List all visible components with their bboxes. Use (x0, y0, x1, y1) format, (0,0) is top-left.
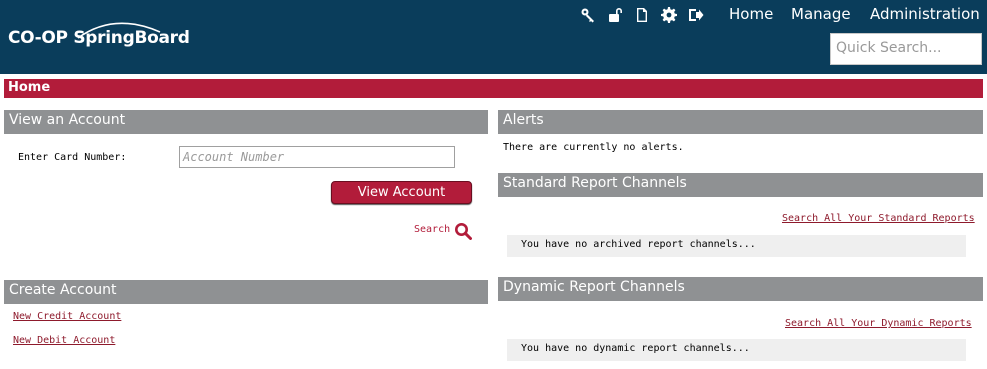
top-header: CO-OP SpringBoard Home Manage Administra… (0, 0, 987, 74)
breadcrumb-bar: Home (4, 79, 983, 98)
quick-search-input[interactable]: Quick Search... (830, 33, 982, 65)
new-credit-account-link[interactable]: New Credit Account (13, 311, 121, 322)
alerts-header: Alerts (498, 110, 983, 134)
view-account-button[interactable]: View Account (331, 181, 472, 204)
gear-icon[interactable] (660, 6, 677, 23)
dynamic-reports-message-box: You have no dynamic report channels... (507, 339, 966, 361)
nav-administration-link[interactable]: Administration (870, 5, 980, 23)
sign-out-icon[interactable] (687, 6, 704, 23)
new-debit-account-link[interactable]: New Debit Account (13, 335, 115, 346)
standard-reports-message-box: You have no archived report channels... (507, 235, 966, 257)
logo-text-left: CO-OP (8, 28, 68, 48)
toolbar-icons (579, 6, 704, 24)
standard-reports-header: Standard Report Channels (498, 173, 983, 197)
dynamic-reports-header: Dynamic Report Channels (498, 277, 983, 301)
nav-home-link[interactable]: Home (729, 5, 773, 23)
logo-text: CO-OP SpringBoard (8, 28, 190, 48)
unlock-icon[interactable] (606, 6, 623, 23)
view-account-header: View an Account (4, 110, 488, 134)
dynamic-reports-message: You have no dynamic report channels... (521, 343, 750, 354)
search-dynamic-reports-link[interactable]: Search All Your Dynamic Reports (785, 318, 972, 329)
alerts-message: There are currently no alerts. (503, 142, 684, 153)
document-icon[interactable] (633, 6, 650, 23)
card-number-label: Enter Card Number: (18, 152, 127, 163)
logo-text-right: SpringBoard (73, 28, 190, 48)
standard-reports-message: You have no archived report channels... (521, 239, 756, 250)
account-number-input[interactable]: Account Number (179, 146, 455, 168)
search-icon[interactable] (454, 222, 472, 240)
key-icon[interactable] (579, 6, 596, 23)
page-title: Home (8, 80, 51, 95)
search-standard-reports-link[interactable]: Search All Your Standard Reports (782, 213, 975, 224)
search-link[interactable]: Search (414, 224, 450, 235)
create-account-header: Create Account (4, 280, 488, 304)
nav-manage-link[interactable]: Manage (791, 5, 851, 23)
